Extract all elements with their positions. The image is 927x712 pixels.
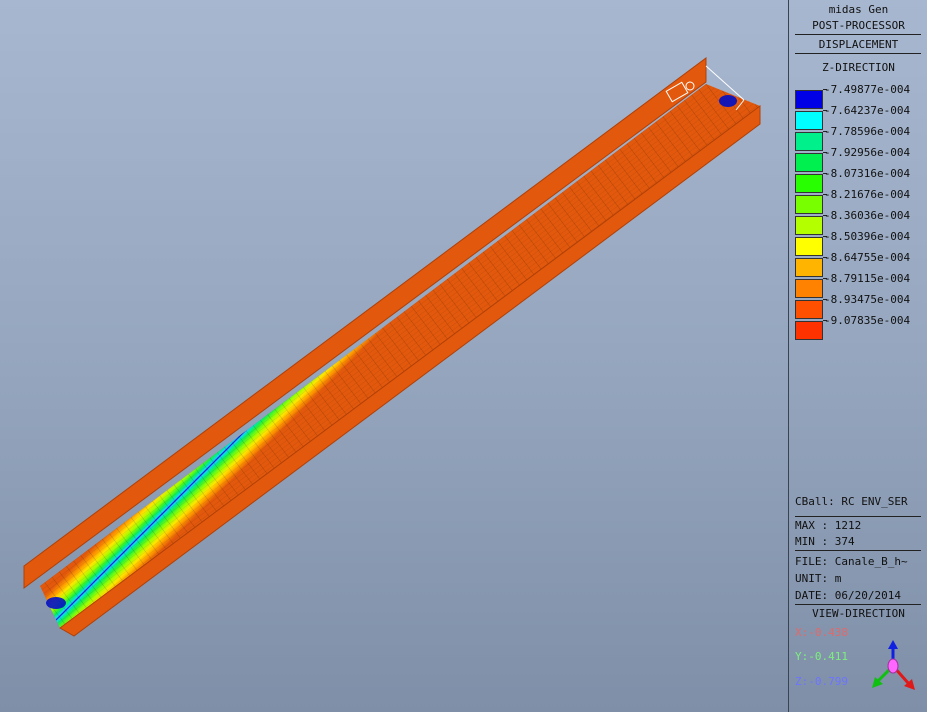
- legend-swatch: [795, 153, 823, 172]
- unit-label: UNIT: m: [795, 572, 842, 585]
- divider: [795, 34, 921, 35]
- legend-value: -8.93475e-004: [824, 293, 911, 306]
- legend-value: -8.21676e-004: [824, 188, 911, 201]
- legend-value: -7.64237e-004: [824, 104, 911, 117]
- view-axis-triad-icon: [872, 640, 915, 690]
- legend-swatch: [795, 90, 823, 109]
- legend-swatch: [795, 258, 823, 277]
- back-wall: [23, 57, 707, 589]
- app-name: midas Gen: [828, 3, 889, 16]
- date-label: DATE: 06/20/2014: [795, 589, 901, 602]
- legend-panel: midas Gen POST-PROCESSOR DISPLACEMENT Z-…: [788, 0, 927, 712]
- legend-value: -7.49877e-004: [824, 83, 911, 96]
- legend-swatch: [795, 279, 823, 298]
- legend-value: -8.07316e-004: [824, 167, 911, 180]
- legend-value: -8.64755e-004: [824, 251, 911, 264]
- legend-swatch: [795, 111, 823, 130]
- view-x: X:-0.438: [795, 626, 848, 639]
- legend-swatch: [795, 132, 823, 151]
- model-viewport[interactable]: [0, 0, 788, 712]
- legend-value: -7.92956e-004: [824, 146, 911, 159]
- view-direction-title: VIEW-DIRECTION: [812, 607, 905, 620]
- channel-model: [23, 57, 761, 637]
- legend-value: -7.78596e-004: [824, 125, 911, 138]
- max-value: MAX : 1212: [795, 519, 862, 532]
- front-wall: [59, 105, 761, 637]
- view-y: Y:-0.411: [795, 650, 848, 663]
- legend-swatch: [795, 321, 823, 340]
- divider: [795, 550, 921, 551]
- divider: [795, 604, 921, 605]
- file-name: FILE: Canale_B_h~: [795, 555, 908, 568]
- divider: [795, 516, 921, 517]
- min-value: MIN : 374: [795, 535, 855, 548]
- legend-swatch: [795, 174, 823, 193]
- legend-value: -8.50396e-004: [824, 230, 911, 243]
- legend-swatch: [795, 195, 823, 214]
- view-z: Z:-0.799: [795, 675, 848, 688]
- divider: [795, 53, 921, 54]
- legend-swatch: [795, 237, 823, 256]
- result-type: DISPLACEMENT: [818, 38, 899, 51]
- legend-row: -9.07835e-004: [795, 314, 925, 341]
- load-case: CBall: RC ENV_SER: [795, 495, 908, 508]
- legend-value: -8.79115e-004: [824, 272, 911, 285]
- direction-label: Z-DIRECTION: [822, 61, 895, 74]
- legend-value: -9.07835e-004: [824, 314, 911, 327]
- legend-swatch: [795, 300, 823, 319]
- mode-label: POST-PROCESSOR: [812, 19, 905, 32]
- legend-swatch: [795, 216, 823, 235]
- contour-legend: -7.49877e-004 -7.64237e-004 -7.78596e-004 -…: [795, 83, 925, 341]
- legend-value: -8.36036e-004: [824, 209, 911, 222]
